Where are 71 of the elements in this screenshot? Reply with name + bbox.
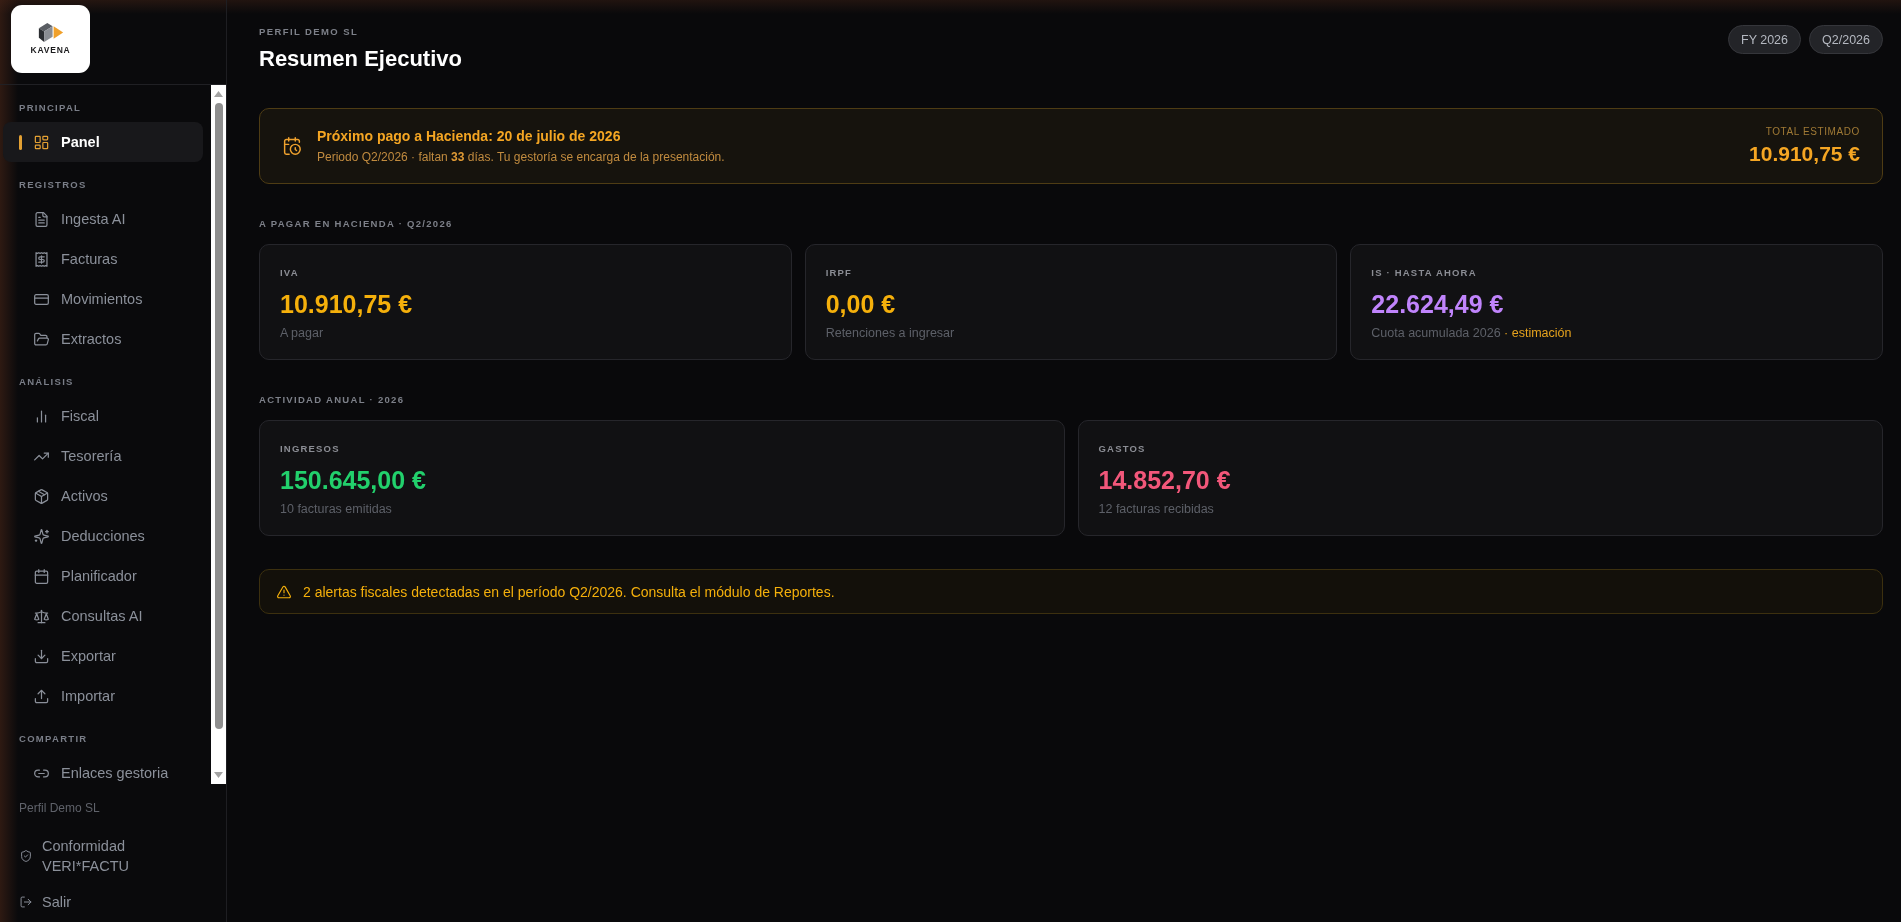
card-note: Retenciones a ingresar xyxy=(825,325,956,341)
amount-value: 10.910,75 € xyxy=(280,289,414,319)
nav-item[interactable]: Panel xyxy=(3,122,203,162)
nav-item[interactable]: Consultas AI xyxy=(3,596,203,636)
amount-value: 0,00 € xyxy=(825,289,897,319)
bar-chart-icon xyxy=(34,408,49,424)
total-amount: 10.910,75 € xyxy=(1749,141,1860,167)
nav-item[interactable]: Movimientos xyxy=(3,279,203,319)
folder-icon xyxy=(34,331,49,347)
nav-item[interactable]: Activos xyxy=(3,476,203,516)
calendar-clock-icon xyxy=(283,137,301,155)
amount-value: 22.624,49 € xyxy=(1371,289,1505,319)
period-chip: Q2/2026 xyxy=(1809,25,1883,54)
nav-item[interactable]: Ingesta AI xyxy=(3,199,203,239)
section-label: PRINCIPAL xyxy=(18,101,83,115)
active-indicator-icon xyxy=(19,134,22,150)
scrollbar-thumb[interactable] xyxy=(214,103,223,729)
section-label: ACTIVIDAD ANUAL · 2026 xyxy=(259,393,406,407)
logo-mark-icon xyxy=(37,23,64,42)
nav-item[interactable]: Enlaces gestoria xyxy=(3,753,203,784)
card-note: 10 facturas emitidas xyxy=(280,501,393,517)
dashboard-icon xyxy=(34,134,49,150)
calendar-icon xyxy=(34,568,49,584)
banner-subtitle: Periodo Q2/2026 · faltan 33 días. Tu gestoría se encarga de la presentación. xyxy=(317,149,726,166)
logo-text: KAVENA xyxy=(30,45,71,55)
nav-item[interactable]: Importar xyxy=(3,676,203,716)
credit-card-icon xyxy=(34,291,49,307)
total-label: TOTAL ESTIMADO xyxy=(1765,125,1860,139)
box-icon xyxy=(34,488,49,504)
logout-icon xyxy=(20,896,32,908)
card-note: A pagar xyxy=(280,325,325,341)
section-label: COMPARTIR xyxy=(18,732,89,746)
card-label: INGRESOS xyxy=(280,442,341,456)
scroll-up-arrow-icon[interactable] xyxy=(214,91,223,97)
scale-icon xyxy=(34,608,49,624)
banner-title: Próximo pago a Hacienda: 20 de julio de 2026 xyxy=(317,127,622,146)
profile-name: Perfil Demo SL xyxy=(18,800,101,816)
nav-item[interactable]: Planificador xyxy=(3,556,203,596)
alert-text: 2 alertas fiscales detectadas en el período Q2/2026. Consulta el módulo de Reportes. xyxy=(303,582,835,601)
footer-link[interactable]: Salir xyxy=(0,886,226,918)
scroll-down-arrow-icon[interactable] xyxy=(214,772,223,778)
section-label: ANÁLISIS xyxy=(18,375,75,389)
nav-item[interactable]: Extractos xyxy=(3,319,203,359)
period-chip: FY 2026 xyxy=(1728,25,1802,54)
scrollbar[interactable] xyxy=(211,85,226,784)
page-title: Resumen Ejecutivo xyxy=(259,45,462,73)
nav-item[interactable]: Tesorería xyxy=(3,436,203,476)
nav-item[interactable]: Exportar xyxy=(3,636,203,676)
shield-check-icon xyxy=(20,850,32,862)
nav-item[interactable]: Fiscal xyxy=(3,396,203,436)
nav-item[interactable]: Facturas xyxy=(3,239,203,279)
receipt-icon xyxy=(34,251,49,267)
document-icon xyxy=(34,211,49,227)
page-eyebrow: PERFIL DEMO SL xyxy=(259,25,360,39)
amount-value: 150.645,00 € xyxy=(280,465,427,495)
section-label: REGISTROS xyxy=(18,178,88,192)
card-label: IS · HASTA AHORA xyxy=(1371,266,1478,280)
download-icon xyxy=(34,648,49,664)
upload-icon xyxy=(34,688,49,704)
card-label: IVA xyxy=(280,266,300,280)
card-label: GASTOS xyxy=(1098,442,1147,456)
nav-item[interactable]: Deducciones xyxy=(3,516,203,556)
amount-value: 14.852,70 € xyxy=(1098,465,1232,495)
logo[interactable]: KAVENA xyxy=(11,5,90,73)
section-label: A PAGAR EN HACIENDA · Q2/2026 xyxy=(259,217,454,231)
sparkles-icon xyxy=(34,528,49,544)
warning-icon xyxy=(277,584,291,599)
card-note: Cuota acumulada 2026 · estimación xyxy=(1371,325,1573,341)
card-note: 12 facturas recibidas xyxy=(1098,501,1215,517)
footer-link[interactable]: Conformidad VERI*FACTU xyxy=(0,830,226,882)
card-label: IRPF xyxy=(825,266,854,280)
